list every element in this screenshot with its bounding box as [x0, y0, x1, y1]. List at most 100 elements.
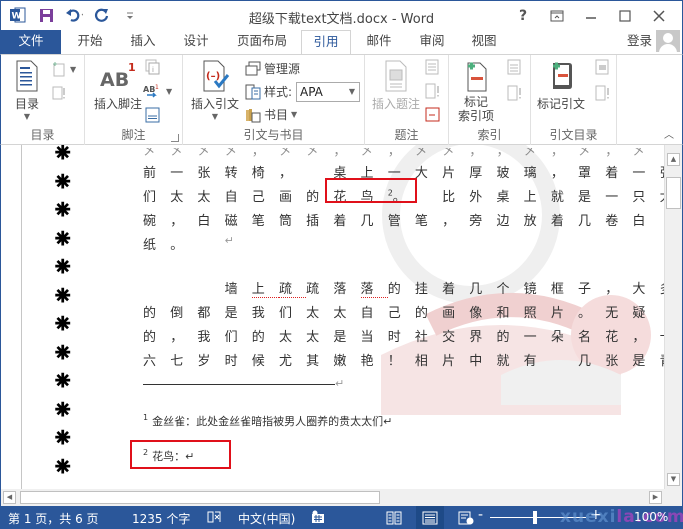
scroll-down-icon[interactable]: ▼ [667, 473, 680, 486]
text-char: 㐅 [306, 145, 320, 159]
page-count[interactable]: 第 1 页，共 6 页 [8, 510, 99, 527]
text-char: 镜 [523, 282, 537, 297]
text-char: 疏 [306, 282, 320, 297]
scroll-right-icon[interactable]: ▶ [649, 491, 662, 504]
mark-entry-button[interactable]: 标记 索引项 [451, 59, 501, 123]
minimize-icon [586, 17, 596, 19]
insert-endnote-button[interactable]: i [145, 59, 161, 75]
print-layout-button[interactable] [416, 506, 444, 529]
group-captions: 插入题注 题注 [365, 55, 449, 145]
text-char: 无 [605, 306, 619, 321]
vertical-scroll-thumb[interactable] [666, 177, 681, 209]
tab-page-layout[interactable]: 页面布局 [227, 30, 297, 54]
language-indicator[interactable]: 中文(中国) [238, 510, 295, 527]
text-char: 疑 [632, 306, 646, 321]
footnote-1[interactable]: 1 金丝雀：此处金丝雀暗指被男人圈养的贵太太们↵ [143, 413, 392, 429]
text-char: 㐅 [632, 145, 646, 159]
status-bar: 第 1 页，共 6 页 1235 个字 中文(中国) - + xuexila.c… [0, 506, 683, 529]
show-notes-button[interactable] [145, 107, 161, 123]
web-layout-button[interactable] [452, 506, 480, 529]
text-char [197, 278, 224, 298]
update-figures-table-button[interactable] [425, 83, 441, 99]
zoom-level[interactable]: 100% [634, 510, 668, 524]
mark-citation-icon [545, 59, 577, 93]
horizontal-scrollbar[interactable]: ◀ ▶ [0, 489, 683, 506]
read-mode-button[interactable] [380, 506, 408, 529]
text-char: 画 [442, 306, 456, 321]
update-authorities-table-button[interactable] [595, 85, 611, 101]
text-char: 有 [523, 354, 537, 369]
text-char: 碗 [143, 214, 157, 229]
scroll-left-icon[interactable]: ◀ [3, 491, 16, 504]
tab-review[interactable]: 审阅 [407, 30, 457, 54]
insert-index-button[interactable] [507, 59, 521, 75]
ribbon-display-options-button[interactable] [540, 5, 574, 27]
group-label-index: 索引 [477, 128, 502, 142]
group-table-of-contents: 目录 ▼ ▼ 目录 [1, 55, 85, 145]
text-char: 笔 [251, 214, 265, 229]
horizontal-scroll-thumb[interactable] [20, 491, 380, 504]
text-char: 们 [278, 306, 292, 321]
text-line: 的，我们的太太是当时社交界的一朵名花，十 [143, 326, 682, 345]
minimize-button[interactable] [574, 5, 608, 27]
text-char: 外 [469, 190, 483, 205]
insert-table-of-figures-button[interactable] [425, 59, 439, 75]
insert-footnote-button[interactable]: AB 1 插入脚注 [91, 59, 145, 112]
footnote-dialog-launcher-icon[interactable] [171, 134, 179, 142]
tab-mailings[interactable]: 邮件 [355, 30, 403, 54]
close-button[interactable] [642, 5, 676, 27]
tab-references[interactable]: 引用 [301, 30, 351, 55]
text-char: 和 [496, 306, 510, 321]
word-count[interactable]: 1235 个字 [132, 510, 190, 527]
maximize-button[interactable] [608, 5, 642, 27]
text-char: 。 [170, 238, 184, 253]
tab-insert[interactable]: 插入 [117, 30, 169, 54]
citation-style-select[interactable]: APA ▼ [296, 82, 360, 102]
text-char: ， [251, 145, 265, 159]
bibliography-button[interactable]: 书目 ▼ [245, 106, 297, 123]
text-char: 的 [496, 330, 510, 345]
show-notes-icon [145, 107, 160, 123]
table-of-contents-button[interactable]: 目录 ▼ [7, 59, 47, 121]
text-char [170, 278, 197, 298]
ribbon: 目录 ▼ ▼ 目录 AB 1 插入脚注 i AB 1 ▼ 脚注 (–) 插入引文… [0, 54, 683, 145]
mark-citation-button[interactable]: 标记引文 [531, 59, 591, 112]
sign-in-link[interactable]: 登录 [627, 30, 652, 52]
text-char: 桌 [496, 190, 510, 205]
text-char: 就 [550, 190, 564, 205]
next-footnote-button[interactable]: AB 1 ▼ [143, 83, 172, 99]
update-table-button[interactable] [51, 85, 67, 101]
proofing-icon[interactable] [206, 510, 222, 527]
tab-file[interactable]: 文件 [1, 30, 61, 54]
insert-caption-button[interactable]: 插入题注 [369, 59, 423, 112]
tab-home[interactable]: 开始 [63, 30, 117, 54]
cross-reference-button[interactable] [425, 107, 441, 123]
tab-view[interactable]: 视图 [459, 30, 509, 54]
update-index-button[interactable] [507, 85, 523, 101]
margin-star-glyph: ⁕ [51, 421, 75, 454]
text-char: 大 [632, 282, 646, 297]
collapse-ribbon-icon[interactable]: ︿ [664, 126, 674, 141]
tab-design[interactable]: 设计 [169, 30, 223, 54]
zoom-slider-thumb[interactable] [533, 511, 537, 524]
text-char: 己 [251, 190, 265, 205]
document-area[interactable]: ⁕ ⁕ ⁕ ⁕ ⁕ ⁕ ⁕ ⁕ ⁕ ⁕ ⁕ ⁕ 㐅㐅㐅㐅，㐅㐅，㐅，㐅㐅，，㐅，㐅，㐅 前一张转椅，桌… [0, 145, 683, 489]
text-char: 几 [469, 282, 483, 297]
scroll-up-icon[interactable]: ▲ [667, 153, 680, 166]
zoom-out-button[interactable]: - [478, 507, 483, 523]
text-char: 旁 [469, 214, 483, 229]
text-char: 画 [278, 190, 292, 205]
highlight-box-footnote-ref [325, 178, 417, 203]
footnote-text: 金丝雀：此处金丝雀暗指被男人圈养的贵太太们↵ [152, 415, 393, 428]
text-char: 岁 [197, 354, 211, 369]
insert-citation-button[interactable]: (–) 插入引文 ▼ [187, 59, 243, 121]
vertical-scrollbar[interactable]: ▲ ▼ [664, 145, 682, 489]
user-avatar-icon[interactable] [656, 30, 680, 52]
help-button[interactable]: ? [506, 5, 540, 27]
text-char: 筒 [278, 214, 292, 229]
manage-sources-button[interactable]: 管理源 [245, 60, 300, 77]
macro-recording-icon[interactable] [311, 510, 325, 527]
insert-index-icon [507, 59, 521, 75]
add-text-button[interactable]: ▼ [51, 61, 76, 77]
insert-table-of-authorities-button[interactable] [595, 59, 609, 75]
